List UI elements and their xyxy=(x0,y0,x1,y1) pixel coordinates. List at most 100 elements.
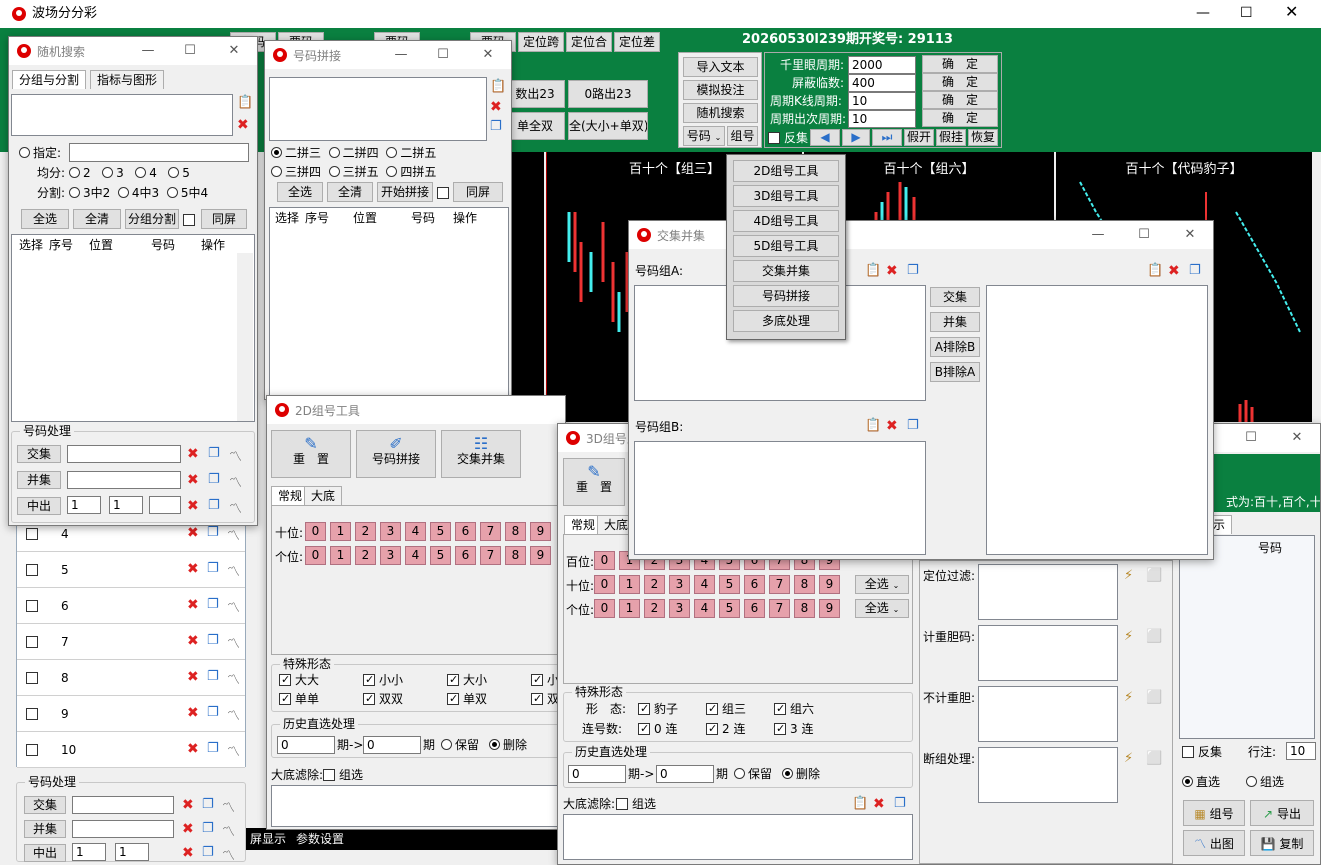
clear-all-button[interactable]: 全清 xyxy=(327,182,373,202)
delete-icon[interactable]: ✖ xyxy=(187,472,199,488)
digit-button[interactable]: 0 xyxy=(594,551,615,570)
form-option[interactable]: 组六 xyxy=(774,701,814,717)
digit-button[interactable]: 4 xyxy=(405,546,426,565)
param-confirm-0[interactable]: 确 定 xyxy=(922,55,998,73)
special-option[interactable]: 大小 xyxy=(447,672,487,688)
keep-radio[interactable]: 保留 xyxy=(441,737,479,753)
tab-group-split[interactable]: 分组与分割 xyxy=(12,70,87,89)
special-option[interactable]: 小 xyxy=(531,672,559,688)
row-checkbox[interactable] xyxy=(26,528,38,540)
radio-button[interactable] xyxy=(135,167,147,178)
copy-icon[interactable]: ❐ xyxy=(207,561,219,576)
delete-icon[interactable]: ✖ xyxy=(187,597,199,613)
radio-button[interactable] xyxy=(782,768,793,779)
filter-position-area[interactable] xyxy=(978,564,1118,620)
inter-button[interactable]: 交集 xyxy=(17,445,61,463)
radio-button[interactable] xyxy=(19,147,30,158)
paste-icon[interactable]: 📋 xyxy=(865,263,881,278)
digit-button[interactable]: 8 xyxy=(505,522,526,541)
copy-icon[interactable]: ❐ xyxy=(907,418,919,433)
copy-icon[interactable]: ❐ xyxy=(208,498,220,513)
checkbox[interactable] xyxy=(706,723,718,735)
digit-button[interactable]: 9 xyxy=(819,575,840,594)
digit-button[interactable]: 8 xyxy=(505,546,526,565)
digit-button[interactable]: 2 xyxy=(355,522,376,541)
copy-icon[interactable]: ❐ xyxy=(208,446,220,461)
chart-line-icon[interactable]: 〽 xyxy=(229,498,242,517)
nav-last-button[interactable]: ⏭ xyxy=(872,129,902,146)
chart-line-icon[interactable]: 〽 xyxy=(229,472,242,491)
param-confirm-3[interactable]: 确 定 xyxy=(922,109,998,127)
a-minus-b-button[interactable]: A排除B xyxy=(930,337,980,357)
checkbox[interactable] xyxy=(531,674,543,686)
digit-button[interactable]: 5 xyxy=(719,599,740,618)
specify-input[interactable] xyxy=(69,143,249,162)
special-option[interactable]: 小小 xyxy=(363,672,403,688)
digit-button[interactable]: 1 xyxy=(330,522,351,541)
row-checkbox[interactable] xyxy=(26,672,38,684)
filter-icon[interactable]: ⚡ xyxy=(1124,629,1133,644)
radio-button[interactable] xyxy=(168,167,180,178)
digit-button[interactable]: 2 xyxy=(644,575,665,594)
link-option[interactable]: 2 连 xyxy=(706,721,745,737)
copy-icon[interactable]: ❐ xyxy=(207,669,219,684)
delete-radio[interactable]: 删除 xyxy=(489,737,527,753)
reset-button[interactable]: ✎ 重 置 xyxy=(271,430,351,478)
checkbox[interactable] xyxy=(363,674,375,686)
same-screen-checkbox[interactable] xyxy=(183,214,195,226)
close-icon[interactable]: ✕ xyxy=(1285,4,1298,20)
delete-icon[interactable]: ✖ xyxy=(187,705,199,721)
digit-button[interactable]: 9 xyxy=(819,599,840,618)
copy-icon[interactable]: ❐ xyxy=(907,263,919,278)
group-number-button[interactable]: 组号 xyxy=(727,126,758,146)
menu-item-3d[interactable]: 3D组号工具 xyxy=(733,185,839,207)
paste-icon[interactable]: 📋 xyxy=(865,418,881,433)
status-params[interactable]: 参数设置 xyxy=(296,831,344,847)
history-from[interactable]: 0 xyxy=(277,736,335,754)
digit-button[interactable]: 0 xyxy=(594,575,615,594)
direct-radio[interactable]: 直选 xyxy=(1182,774,1220,790)
copy-icon[interactable]: ❐ xyxy=(1189,263,1201,278)
param-input-3[interactable]: 10 xyxy=(848,110,916,128)
delete-icon[interactable]: ✖ xyxy=(187,669,199,685)
close-icon[interactable]: ✕ xyxy=(465,41,511,69)
row-checkbox[interactable] xyxy=(26,564,38,576)
form-option[interactable]: 组三 xyxy=(706,701,746,717)
random-search-button[interactable]: 随机搜索 xyxy=(683,103,758,123)
concat-tool-button[interactable]: ✐ 号码拼接 xyxy=(356,430,436,478)
delete-icon[interactable]: ✖ xyxy=(182,821,194,837)
eraser-icon[interactable]: ⬜ xyxy=(1146,568,1162,583)
start-concat-button[interactable]: 开始拼接 xyxy=(377,182,433,202)
digit-button[interactable]: 7 xyxy=(769,575,790,594)
delete-icon[interactable]: ✖ xyxy=(873,796,885,812)
checkbox[interactable] xyxy=(279,674,291,686)
chart-line-icon[interactable]: 〽 xyxy=(227,597,240,616)
out-from[interactable]: 1 xyxy=(67,496,101,514)
digit-button[interactable]: 2 xyxy=(644,599,665,618)
row-checkbox[interactable] xyxy=(26,744,38,756)
chart-line-icon[interactable]: 〽 xyxy=(222,845,235,864)
row-checkbox[interactable] xyxy=(26,708,38,720)
delete-icon[interactable]: ✖ xyxy=(187,498,199,514)
maximize-icon[interactable]: ☐ xyxy=(1228,424,1274,452)
digit-button[interactable]: 9 xyxy=(530,522,551,541)
chart-line-icon[interactable]: 〽 xyxy=(227,669,240,688)
chart-line-icon[interactable]: 〽 xyxy=(227,705,240,724)
digit-button[interactable]: 9 xyxy=(530,546,551,565)
digit-button[interactable]: 5 xyxy=(430,546,451,565)
keep-radio[interactable]: 保留 xyxy=(734,766,772,782)
copy-icon[interactable]: ❐ xyxy=(208,472,220,487)
checkbox[interactable] xyxy=(638,723,650,735)
filter-nocount-area[interactable] xyxy=(978,686,1118,742)
radio-button[interactable] xyxy=(102,167,114,178)
history-to[interactable]: 0 xyxy=(363,736,421,754)
digit-button[interactable]: 1 xyxy=(619,575,640,594)
digit-button[interactable]: 7 xyxy=(769,599,790,618)
bg-out-button[interactable]: 中出 xyxy=(24,844,66,862)
b-minus-a-button[interactable]: B排除A xyxy=(930,362,980,382)
bg-inter-button[interactable]: 交集 xyxy=(24,796,66,814)
paste-icon[interactable]: 📋 xyxy=(490,79,506,94)
special-option[interactable]: 双双 xyxy=(363,691,403,707)
top-btn-dingweikua[interactable]: 定位跨 xyxy=(518,32,564,52)
close-icon[interactable]: ✕ xyxy=(1274,424,1320,452)
